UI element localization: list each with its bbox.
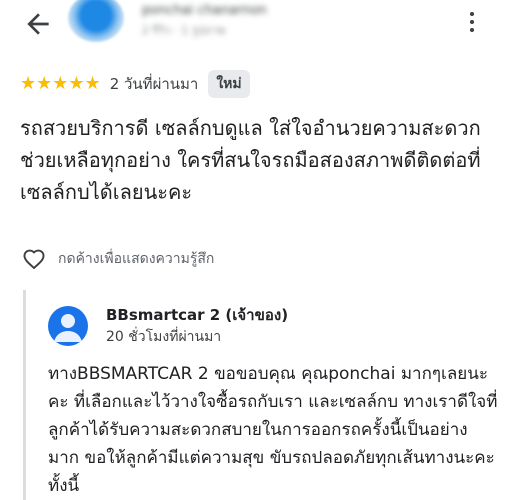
person-icon	[54, 314, 82, 342]
reviewer-name[interactable]: ponchai chanarnon	[142, 3, 267, 18]
review-time: 2 วันที่ผ่านมา	[109, 75, 199, 93]
star-rating: ★★★★★	[20, 73, 101, 94]
reviewer-avatar[interactable]	[68, 0, 124, 42]
new-badge: ใหม่	[208, 70, 250, 98]
owner-avatar	[48, 306, 88, 346]
reply-divider	[23, 290, 26, 500]
more-options-button[interactable]	[458, 6, 486, 38]
owner-name: BBsmartcar 2 (เจ้าของ)	[106, 306, 289, 324]
reply-time: 20 ชั่วโมงที่ผ่านมา	[106, 329, 222, 345]
back-button[interactable]	[22, 8, 54, 40]
rating-row: ★★★★★ 2 วันที่ผ่านมา ใหม่	[20, 70, 250, 98]
review-text: รถสวยบริการดี เซลล์กบดูแล ใส่ใจอำนวยความ…	[20, 116, 481, 204]
more-vert-icon	[470, 12, 474, 16]
reviewer-meta: 2 รีวิว · 1 รูปภาพ	[142, 24, 226, 37]
arrow-back-icon	[27, 13, 49, 35]
reaction-button[interactable]: กดค้างเพื่อแสดงความรู้สึก	[20, 246, 214, 272]
top-bar: ponchai chanarnon 2 รีวิว · 1 รูปภาพ	[0, 0, 510, 52]
owner-reply-text: ทางBBSMARTCAR 2 ขอขอบคุณ คุณponchai มากๆ…	[48, 364, 498, 496]
heart-icon	[23, 249, 45, 269]
reaction-label: กดค้างเพื่อแสดงความรู้สึก	[58, 251, 215, 267]
